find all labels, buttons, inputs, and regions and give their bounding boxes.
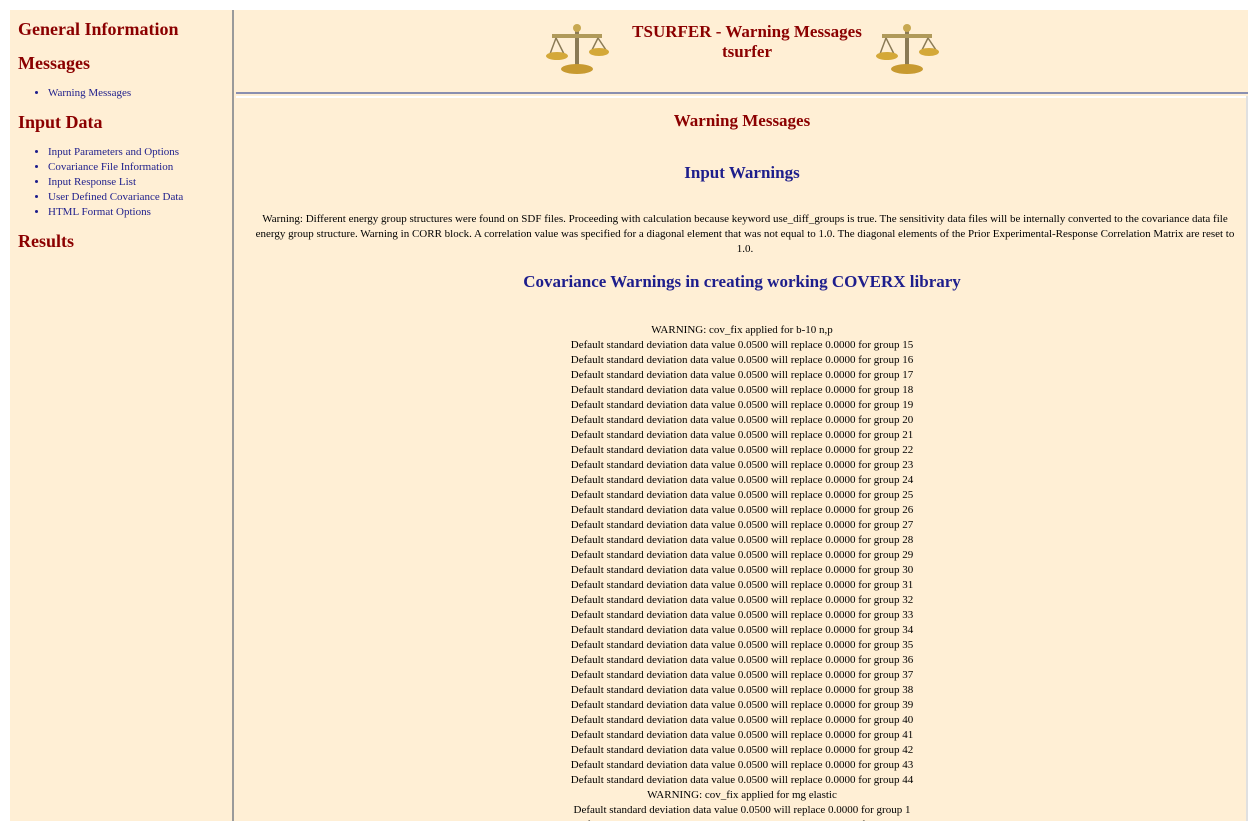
covariance-warning-line: Default standard deviation data value 0.…: [570, 744, 914, 756]
covariance-warning-line: Default standard deviation data value 0.…: [570, 429, 914, 441]
scales-icon-left: [546, 24, 609, 74]
covariance-warning-line: Default standard deviation data value 0.…: [570, 594, 914, 606]
page-subtitle: tsurfer: [721, 42, 773, 61]
covariance-warning-line: Default standard deviation data value 0.…: [570, 609, 914, 621]
covariance-warning-line: Default standard deviation data value 0.…: [570, 639, 914, 651]
covariance-warning-line: Default standard deviation data value 0.…: [570, 624, 914, 636]
nav-item-covariance-file: Covariance File Information: [48, 160, 232, 175]
nav-input-data-heading[interactable]: Input Data: [18, 111, 232, 133]
nav-item-html-format-options: HTML Format Options: [48, 205, 232, 220]
nav-sidebar: General Information Messages Warning Mes…: [10, 10, 234, 821]
nav-link-input-parameters[interactable]: Input Parameters and Options: [48, 146, 179, 158]
covariance-warning-line: Default standard deviation data value 0.…: [570, 669, 914, 681]
covariance-warning-line: Default standard deviation data value 0.…: [570, 459, 914, 471]
main-content: Warning Messages Input Warnings Warning:…: [236, 96, 1248, 821]
covariance-warning-line: Default standard deviation data value 0.…: [570, 339, 914, 351]
covariance-warning-line: Default standard deviation data value 0.…: [570, 684, 914, 696]
page-header: TSURFER - Warning Messages tsurfer: [236, 10, 1248, 94]
page-title: TSURFER - Warning Messages: [632, 22, 862, 41]
nav-messages-heading[interactable]: Messages: [18, 52, 232, 74]
covariance-warning-line: Default standard deviation data value 0.…: [570, 444, 914, 456]
nav-general-information[interactable]: General Information: [18, 18, 232, 40]
covariance-warning-line: Default standard deviation data value 0.…: [570, 369, 914, 381]
covariance-warning-line: Default standard deviation data value 0.…: [570, 534, 914, 546]
covariance-warning-line: WARNING: cov_fix applied for b-10 n,p: [651, 324, 833, 336]
covariance-warning-list: WARNING: cov_fix applied for b-10 n,p Def…: [236, 323, 1248, 821]
covariance-warning-line: Default standard deviation data value 0.…: [570, 549, 914, 561]
nav-item-warning-messages: Warning Messages: [48, 86, 232, 101]
covariance-warning-line: Default standard deviation data value 0.…: [570, 399, 914, 411]
covariance-warning-line: Default standard deviation data value 0.…: [570, 519, 914, 531]
nav-messages-list: Warning Messages: [18, 86, 232, 101]
nav-link-input-response-list[interactable]: Input Response List: [48, 176, 136, 188]
nav-link-html-format-options[interactable]: HTML Format Options: [48, 206, 151, 218]
nav-link-user-defined-covariance[interactable]: User Defined Covariance Data: [48, 191, 183, 203]
nav-item-input-response-list: Input Response List: [48, 175, 232, 190]
covariance-warning-line: Default standard deviation data value 0.…: [570, 579, 914, 591]
nav-input-list: Input Parameters and Options Covariance …: [18, 145, 232, 220]
covariance-warning-line: Default standard deviation data value 0.…: [570, 354, 914, 366]
covariance-warning-line: Default standard deviation data value 0.…: [570, 504, 914, 516]
covariance-warning-line: Default standard deviation data value 0.…: [570, 699, 914, 711]
header-title-block: TSURFER - Warning Messages tsurfer: [622, 22, 872, 62]
nav-item-user-defined-covariance: User Defined Covariance Data: [48, 190, 232, 205]
covariance-warning-line: Default standard deviation data value 0.…: [570, 489, 914, 501]
main-heading: Warning Messages: [673, 111, 811, 130]
covariance-warning-line: Default standard deviation data value 0.…: [570, 474, 914, 486]
nav-item-input-parameters: Input Parameters and Options: [48, 145, 232, 160]
covariance-warning-line: Default standard deviation data value 0.…: [570, 414, 914, 426]
scales-icon-right: [876, 24, 939, 74]
covariance-warning-line: Default standard deviation data value 0.…: [570, 714, 914, 726]
covariance-warning-line: Default standard deviation data value 0.…: [570, 564, 914, 576]
covariance-warnings-heading: Covariance Warnings in creating working …: [523, 272, 961, 291]
nav-link-warning-messages[interactable]: Warning Messages: [48, 87, 131, 99]
covariance-warning-line: Default standard deviation data value 0.…: [570, 654, 914, 666]
nav-results-heading[interactable]: Results: [18, 230, 232, 252]
covariance-warning-line: Default standard deviation data value 0.…: [570, 759, 914, 771]
covariance-warning-line: Default standard deviation data value 0.…: [570, 384, 914, 396]
input-warnings-heading: Input Warnings: [684, 163, 800, 182]
covariance-warning-line: Default standard deviation data value 0.…: [573, 804, 911, 816]
input-warning-text: Warning: Different energy group structur…: [255, 213, 1235, 255]
nav-link-covariance-file[interactable]: Covariance File Information: [48, 161, 173, 173]
covariance-warning-line: Default standard deviation data value 0.…: [570, 729, 914, 741]
covariance-warning-line: Default standard deviation data value 0.…: [570, 774, 914, 786]
covariance-warning-line: WARNING: cov_fix applied for mg elastic: [647, 789, 837, 801]
